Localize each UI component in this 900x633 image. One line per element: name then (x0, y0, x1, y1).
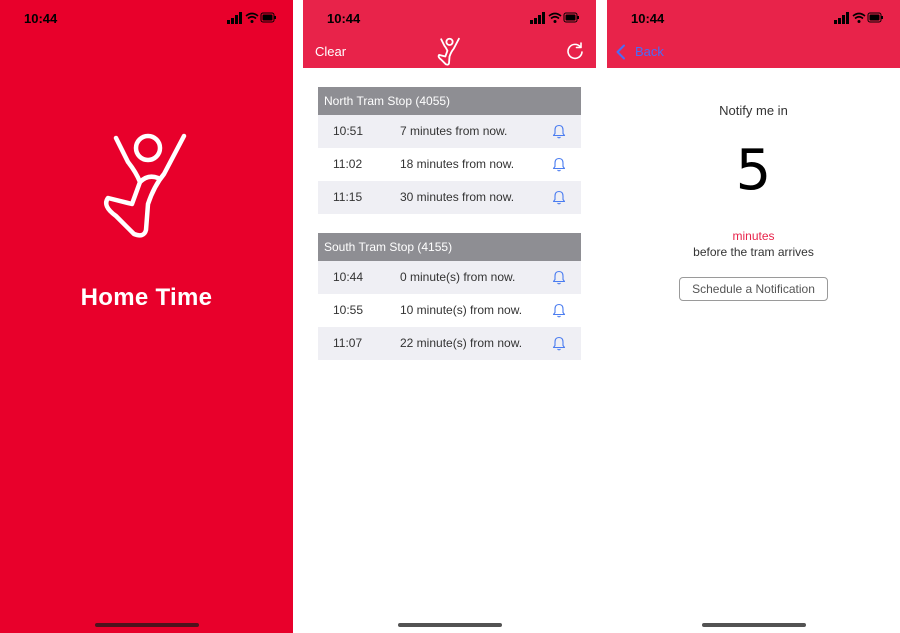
table-row[interactable]: 10:44 0 minute(s) from now. (318, 261, 581, 294)
table-row[interactable]: 11:15 30 minutes from now. (318, 181, 581, 214)
home-indicator (397, 623, 502, 627)
arrival-message: 22 minute(s) from now. (400, 336, 523, 350)
app-title: Home Time (80, 284, 213, 311)
bell-icon[interactable] (552, 157, 566, 172)
battery-icon (867, 12, 883, 23)
arrival-time: 11:15 (333, 190, 363, 204)
arrival-message: 0 minute(s) from now. (400, 270, 516, 284)
before-label: before the tram arrives (693, 245, 814, 259)
table-row[interactable]: 11:02 18 minutes from now. (318, 148, 581, 181)
home-indicator (701, 623, 806, 627)
chevron-left-icon (616, 44, 625, 60)
arrival-message: 18 minutes from now. (400, 157, 515, 171)
bell-icon[interactable] (552, 190, 566, 205)
status-time: 10:44 (327, 11, 361, 26)
back-label: Back (635, 44, 664, 59)
nav-bar: 10:44 Clear (303, 0, 596, 68)
nav-bar: 10:44 Back (607, 0, 900, 68)
wifi-icon (548, 12, 562, 23)
arrival-message: 30 minutes from now. (400, 190, 515, 204)
status-bar: 10:44 (0, 0, 293, 36)
wifi-icon (245, 12, 259, 23)
arrival-time: 10:51 (333, 124, 364, 138)
jumping-person-icon (437, 37, 460, 66)
section-header: South Tram Stop (4155) (318, 233, 581, 261)
bell-icon[interactable] (552, 124, 566, 139)
clear-button[interactable]: Clear (315, 44, 346, 59)
notify-label: Notify me in (719, 103, 788, 118)
table-row[interactable]: 10:51 7 minutes from now. (318, 115, 581, 148)
arrival-time: 11:07 (333, 336, 363, 350)
battery-icon (260, 12, 276, 23)
status-bar: 10:44 (607, 0, 900, 36)
status-time: 10:44 (24, 11, 58, 26)
home-indicator (94, 623, 199, 627)
table-row[interactable]: 10:55 10 minute(s) from now. (318, 294, 581, 327)
arrival-message: 7 minutes from now. (400, 124, 508, 138)
arrival-time: 10:55 (333, 303, 364, 317)
status-time: 10:44 (631, 11, 665, 26)
status-icons (227, 12, 276, 24)
north-stop-section: North Tram Stop (4055) 10:51 7 minutes f… (318, 87, 581, 214)
splash-screen: 10:44 Home Time (0, 0, 293, 633)
schedule-notification-button[interactable]: Schedule a Notification (679, 277, 828, 301)
refresh-icon[interactable] (566, 42, 584, 60)
signal-icon (227, 12, 242, 24)
battery-icon (563, 12, 579, 23)
arrival-time: 10:44 (333, 270, 364, 284)
signal-icon (530, 12, 545, 24)
south-stop-section: South Tram Stop (4155) 10:44 0 minute(s)… (318, 233, 581, 360)
jumping-person-icon (104, 133, 187, 238)
table-row[interactable]: 11:07 22 minute(s) from now. (318, 327, 581, 360)
minutes-value[interactable]: 5 (607, 138, 900, 203)
status-icons (530, 12, 579, 24)
bell-icon[interactable] (552, 303, 566, 318)
tram-list-screen: 10:44 Clear North Tram Stop (4055) 10:51… (303, 0, 596, 633)
status-icons (834, 12, 883, 24)
minutes-unit: minutes (732, 229, 775, 243)
section-header: North Tram Stop (4055) (318, 87, 581, 115)
arrival-message: 10 minute(s) from now. (400, 303, 523, 317)
status-bar: 10:44 (303, 0, 596, 36)
bell-icon[interactable] (552, 270, 566, 285)
arrival-time: 11:02 (333, 157, 363, 171)
signal-icon (834, 12, 849, 24)
wifi-icon (852, 12, 866, 23)
bell-icon[interactable] (552, 336, 566, 351)
notify-screen: 10:44 Back Notify me in 5 minutes before… (607, 0, 900, 633)
